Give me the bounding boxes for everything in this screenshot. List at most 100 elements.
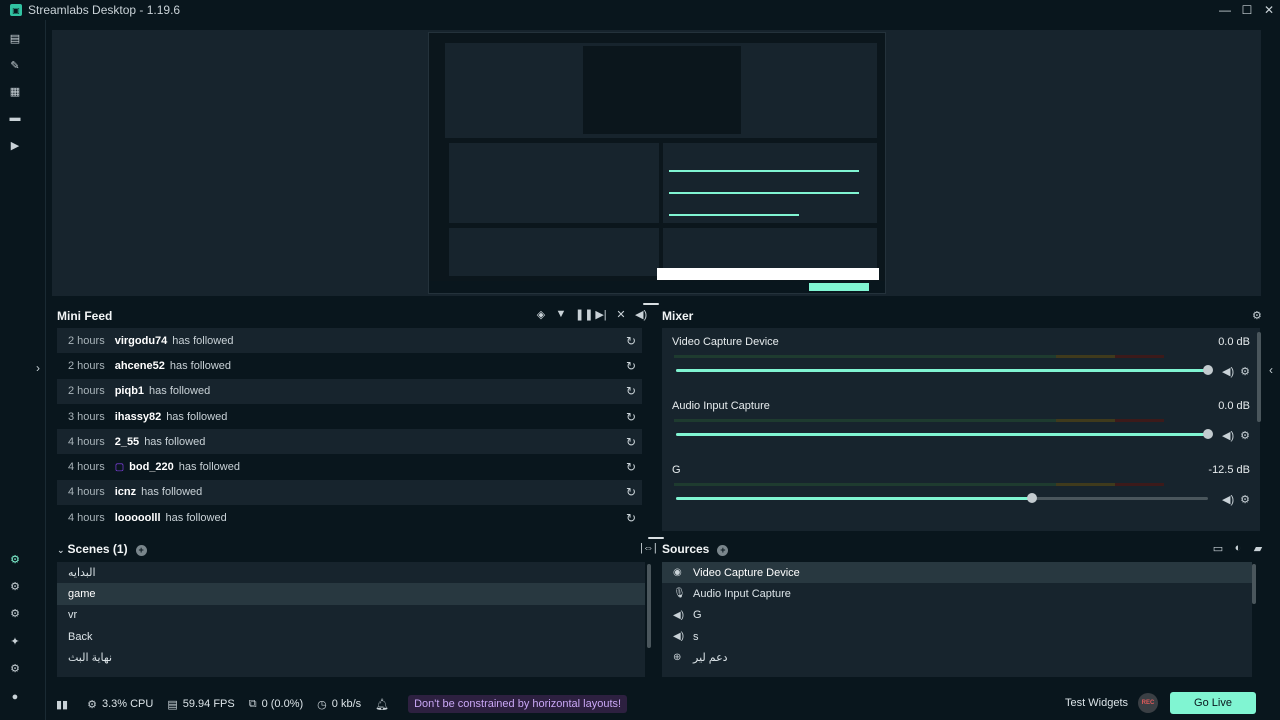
sources-scrollbar[interactable]	[1252, 564, 1256, 604]
mic-icon: 🎙︎	[673, 588, 686, 600]
ideas-icon[interactable]: ⚙	[7, 605, 23, 621]
chevron-right-icon[interactable]: ›	[36, 361, 40, 375]
mute-speaker-icon[interactable]: ◀)	[1222, 365, 1234, 378]
performance-chart-icon[interactable]: ▮▮	[56, 698, 73, 711]
source-settings-gear-icon[interactable]: ⚙	[1240, 493, 1250, 506]
replay-alert-icon[interactable]: ↻	[626, 435, 636, 449]
source-item[interactable]: ◀) G	[662, 605, 1252, 626]
mixer-settings-gear-icon[interactable]: ⚙	[1252, 309, 1262, 322]
close-button[interactable]: ✕	[1258, 0, 1280, 20]
source-item[interactable]: ◉ Video Capture Device	[662, 562, 1252, 584]
layout-editor-icon[interactable]: ⚙	[7, 578, 23, 594]
replay-alert-icon[interactable]: ↻	[626, 359, 636, 373]
mixer-controls: ◀) ⚙	[1222, 493, 1250, 506]
volume-slider-knob[interactable]	[1203, 429, 1213, 439]
collapse-chevron-icon[interactable]: ⌄	[57, 545, 65, 555]
minimize-button[interactable]: —	[1214, 0, 1236, 20]
resize-handle-top[interactable]	[643, 303, 659, 305]
volume-slider-knob[interactable]	[1203, 365, 1213, 375]
stream-preview[interactable]	[52, 30, 1261, 296]
sources-title: Sources	[662, 542, 710, 556]
maximize-button[interactable]: ☐	[1236, 0, 1258, 20]
app-store-icon[interactable]: ▦	[7, 83, 23, 99]
sources-list: ◉ Video Capture Device 🎙︎ Audio Input Captu…	[662, 562, 1252, 677]
source-settings-gear-icon[interactable]: ⚙	[1240, 365, 1250, 378]
pause-icon[interactable]: ❚❚	[575, 308, 593, 321]
scene-item[interactable]: Back	[57, 626, 645, 647]
settings-gear-icon[interactable]: ⚙	[7, 660, 23, 676]
studio-mode-icon[interactable]: ⚙	[7, 551, 23, 567]
scenes-header: ⌄ Scenes (1) +	[57, 542, 147, 556]
volume-icon[interactable]: ◀)	[635, 308, 647, 321]
mute-alerts-icon[interactable]: ✕	[615, 308, 627, 321]
go-live-button[interactable]: Go Live	[1170, 692, 1256, 714]
scene-item[interactable]: vr	[57, 605, 645, 626]
webcam-icon: ◉	[673, 567, 682, 579]
highlighter-icon[interactable]: ▬	[7, 110, 23, 126]
add-scene-button[interactable]: +	[135, 544, 147, 556]
feed-time: 4 hours	[68, 461, 105, 474]
play-icon[interactable]: ▶	[7, 137, 23, 153]
scenes-scrollbar[interactable]	[647, 564, 651, 648]
test-widgets-button[interactable]: Test Widgets	[1065, 697, 1128, 709]
mixer-panel: Video Capture Device 0.0 dB ◀) ⚙ Audio Input…	[662, 328, 1260, 531]
feed-action: has followed	[144, 435, 206, 448]
add-source-button[interactable]: +	[717, 544, 729, 556]
feed-time: 2 hours	[68, 385, 105, 398]
shield-icon[interactable]: ◈	[535, 308, 547, 321]
feed-action: has followed	[165, 511, 227, 524]
feed-action: has followed	[166, 410, 228, 423]
source-item[interactable]: ◀) s	[662, 626, 1252, 647]
feed-row: 4 hours 2_55 has followed ↻	[57, 429, 642, 455]
bandwidth-icon: ◷	[317, 698, 327, 711]
scene-transitions-icon[interactable]: |⇔|	[640, 542, 657, 554]
audio-settings-icon[interactable]: ◐	[1232, 542, 1244, 555]
feed-time: 4 hours	[68, 435, 105, 448]
add-folder-icon[interactable]: ▰	[1252, 542, 1264, 555]
user-icon[interactable]: ●	[7, 689, 23, 705]
feed-action: has followed	[169, 359, 232, 372]
editor-icon[interactable]: ▤	[7, 30, 23, 46]
fps-stat: ▤ 59.94 FPS	[167, 698, 235, 711]
source-item[interactable]: ⊕ دعم لير	[662, 647, 1252, 668]
scene-item[interactable]: نهاية البث	[57, 647, 645, 668]
add-group-icon[interactable]: ▭	[1212, 542, 1224, 555]
chevron-left-icon[interactable]: ‹	[1269, 363, 1273, 377]
source-item[interactable]: 🎙︎ Audio Input Capture	[662, 583, 1252, 604]
sparkle-icon[interactable]: ✦	[7, 633, 23, 649]
promo-banner[interactable]: Don't be constrained by horizontal layou…	[408, 695, 628, 713]
volume-slider[interactable]	[676, 365, 1213, 375]
minifeed-toolbar: ◈ ▼ ❚❚ ▶| ✕ ◀)	[535, 308, 647, 321]
record-button[interactable]: REC	[1138, 693, 1158, 713]
feed-row: 2 hours piqb1 has followed ↻	[57, 378, 642, 404]
volume-slider[interactable]	[676, 429, 1213, 439]
scenes-title: Scenes (1)	[67, 542, 128, 556]
replay-alert-icon[interactable]: ↻	[626, 460, 636, 474]
replay-alert-icon[interactable]: ↻	[626, 511, 636, 525]
mixer-source-name: G	[672, 464, 681, 476]
replay-alert-icon[interactable]: ↻	[626, 384, 636, 398]
scene-item[interactable]: game	[57, 583, 645, 605]
feed-row: 2 hours virgodu74 has followed ↻	[57, 328, 642, 354]
themes-icon[interactable]: ✎	[7, 57, 23, 73]
replay-alert-icon[interactable]: ↻	[626, 410, 636, 424]
mute-speaker-icon[interactable]: ◀)	[1222, 429, 1234, 442]
filter-icon[interactable]: ▼	[555, 308, 567, 321]
speaker-icon: ◀)	[673, 631, 685, 643]
replay-alert-icon[interactable]: ↻	[626, 334, 636, 348]
volume-slider-knob[interactable]	[1027, 493, 1038, 503]
scene-item[interactable]: البدايه	[57, 562, 645, 583]
mixer-scrollbar[interactable]	[1257, 332, 1261, 422]
resize-handle-bottom[interactable]	[648, 537, 664, 539]
cpu-stat: ⚙ 3.3% CPU	[87, 698, 154, 711]
volume-slider[interactable]	[676, 493, 1208, 503]
source-settings-gear-icon[interactable]: ⚙	[1240, 429, 1250, 442]
replay-alert-icon[interactable]: ↻	[626, 485, 636, 499]
mixer-controls: ◀) ⚙	[1222, 429, 1250, 442]
mixer-controls: ◀) ⚙	[1222, 365, 1250, 378]
skip-icon[interactable]: ▶|	[595, 308, 607, 321]
mute-speaker-icon[interactable]: ◀)	[1222, 493, 1234, 506]
volume-meter	[674, 355, 1164, 358]
notification-bell-icon[interactable]: 🔔︎	[375, 698, 394, 711]
source-label: Audio Input Capture	[693, 587, 791, 600]
